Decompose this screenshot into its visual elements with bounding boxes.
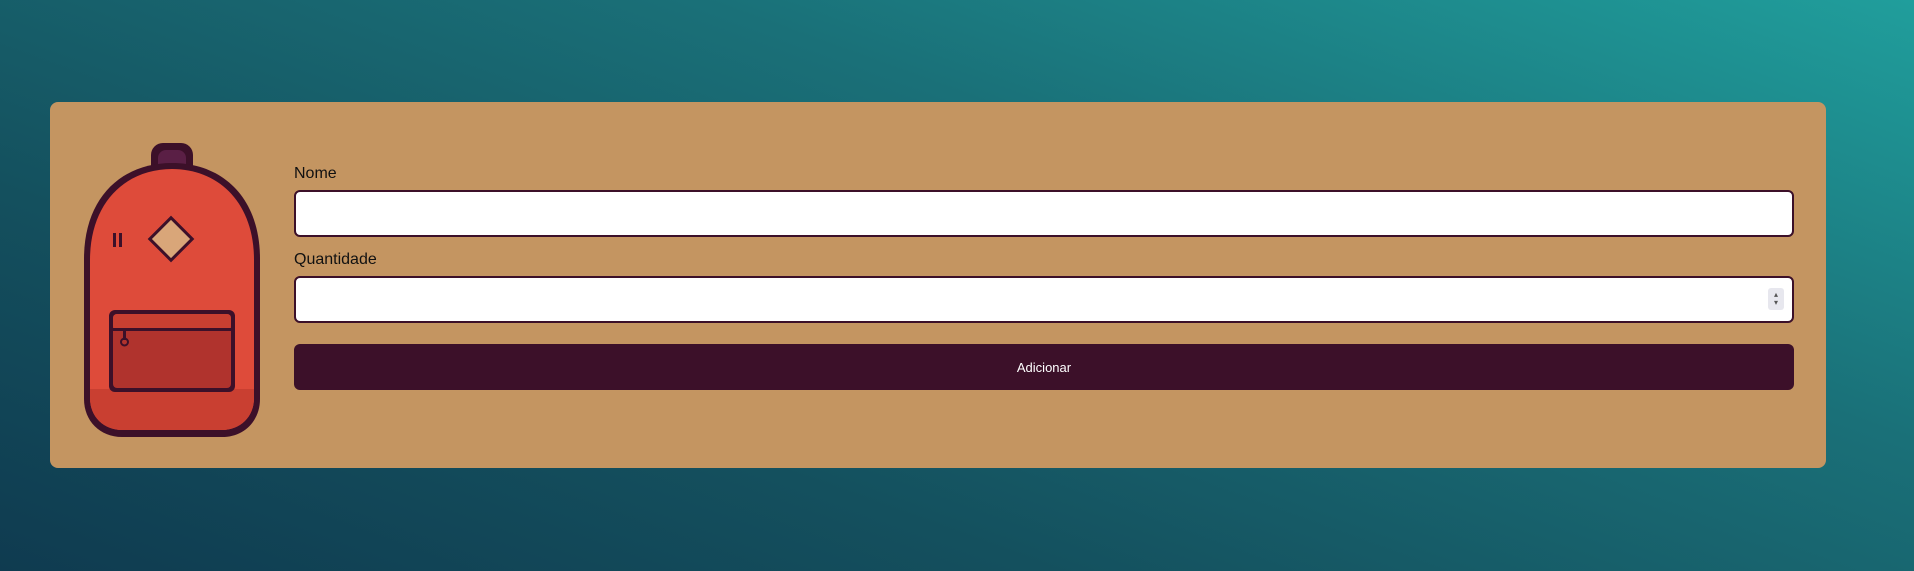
number-spinner-icon[interactable]: ▴ ▾ — [1768, 288, 1784, 310]
spinner-down-icon[interactable]: ▾ — [1774, 299, 1778, 307]
backpack-icon — [84, 143, 260, 437]
quantity-label: Quantidade — [294, 251, 377, 268]
quantity-input[interactable] — [296, 278, 1792, 321]
add-button[interactable]: Adicionar — [294, 344, 1794, 390]
name-label: Nome — [294, 165, 337, 182]
add-item-form: Nome Quantidade ▴ ▾ Adicionar — [294, 165, 1794, 390]
name-input[interactable] — [296, 192, 1792, 235]
quantity-field-wrapper: ▴ ▾ — [294, 276, 1794, 323]
name-field-wrapper — [294, 190, 1794, 237]
form-card: Nome Quantidade ▴ ▾ Adicionar — [50, 102, 1826, 468]
